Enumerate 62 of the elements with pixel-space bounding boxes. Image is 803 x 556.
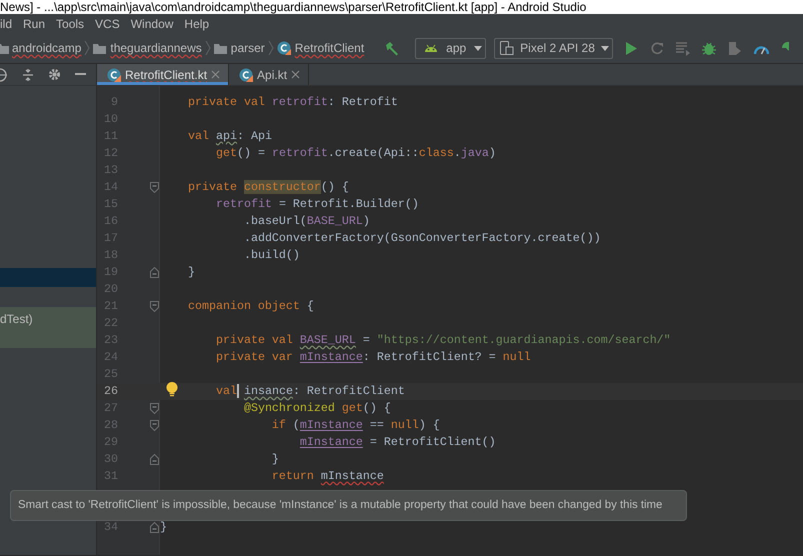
hammer-icon[interactable] [385, 40, 400, 56]
lightbulb-icon[interactable] [166, 382, 178, 397]
android-icon [424, 43, 438, 53]
breadcrumb[interactable]: RetrofitClient [294, 39, 364, 57]
rerun-icon[interactable] [650, 41, 664, 55]
kotlin-file-icon [107, 68, 121, 82]
code-line: .build() [244, 246, 300, 264]
code-line: } [160, 518, 167, 536]
code-line: private val retrofit: Retrofit [188, 94, 398, 111]
code-line: val api: Api [188, 128, 272, 145]
list-icon[interactable] [676, 40, 690, 56]
line-number: 26 [103, 382, 118, 400]
menu-item[interactable]: ild [0, 14, 12, 32]
code-line: } [272, 450, 279, 468]
run-config-dropdown[interactable]: app [415, 38, 486, 58]
close-icon[interactable] [291, 70, 300, 79]
window-title: News] - ...\app\src\main\java\com\androidcamp\theguardiannews\parser\RetrofitClient.kt [app] - Android Studio [0, 0, 586, 14]
breadcrumb[interactable]: parser [230, 39, 265, 57]
folder-icon [214, 42, 227, 54]
editor-tab[interactable]: RetrofitClient.kt [97, 64, 230, 85]
code-line: if (mInstance == null) { [272, 416, 440, 434]
code-line: private var mInstance: RetrofitClient? = null [216, 348, 531, 366]
menu-item[interactable]: Tools [56, 14, 84, 32]
code-line: @Synchronized get() { [244, 400, 391, 417]
code-line: mInstance = RetrofitClient() [300, 434, 496, 451]
collapse-icon[interactable] [22, 68, 34, 82]
caret-icon [600, 46, 609, 50]
device-icon [500, 41, 514, 55]
kotlin-file-icon [239, 68, 254, 82]
menu-item[interactable]: Help [184, 14, 210, 32]
breadcrumb[interactable]: androidcamp [12, 39, 82, 57]
code-line: private constructor() { [188, 178, 349, 196]
target-icon[interactable] [0, 68, 8, 82]
tree-row-label: dTest) [0, 312, 33, 326]
minimize-icon[interactable] [75, 73, 86, 76]
folder-icon [93, 42, 106, 54]
code-line: .baseUrl(BASE_URL) [244, 212, 370, 230]
code-line: .addConverterFactory(GsonConverterFactory.create()) [244, 230, 601, 247]
error-tooltip: Smart cast to 'RetrofitClient' is impossible, because 'mInstance' is a mutable property that could have been changed by this time [10, 490, 687, 521]
code-line: get() = retrofit.create(Api::class.java) [216, 144, 496, 162]
chevron-icon [204, 41, 211, 55]
breadcrumb[interactable]: theguardiannews [110, 39, 202, 57]
caret-icon [474, 46, 482, 50]
chevron-icon [268, 41, 274, 55]
code-line: companion object { [188, 298, 314, 315]
editor-tab[interactable]: Api.kt [229, 64, 310, 85]
code-line: val insance: RetrofitClient [216, 382, 405, 400]
class-icon [276, 41, 291, 55]
code-line: retrofit = Retrofit.Builder() [216, 196, 419, 213]
code-line: } [188, 264, 195, 281]
run-icon[interactable] [625, 41, 638, 55]
settings-icon[interactable] [48, 68, 61, 81]
close-icon[interactable] [211, 70, 220, 79]
menu-item[interactable]: Window [130, 14, 174, 32]
code-line: private val BASE_URL = "https://content.guardianapis.com/search/" [216, 332, 671, 349]
menu-item[interactable]: Run [23, 14, 46, 32]
highlighted-tree-row[interactable]: dTest) [0, 307, 96, 348]
menu-item[interactable]: VCS [95, 14, 120, 32]
chevron-icon [84, 41, 90, 55]
device-dropdown[interactable]: Pixel 2 API 28 [494, 38, 614, 58]
attach-icon[interactable] [728, 40, 742, 56]
code-line: return mInstance [272, 468, 384, 485]
